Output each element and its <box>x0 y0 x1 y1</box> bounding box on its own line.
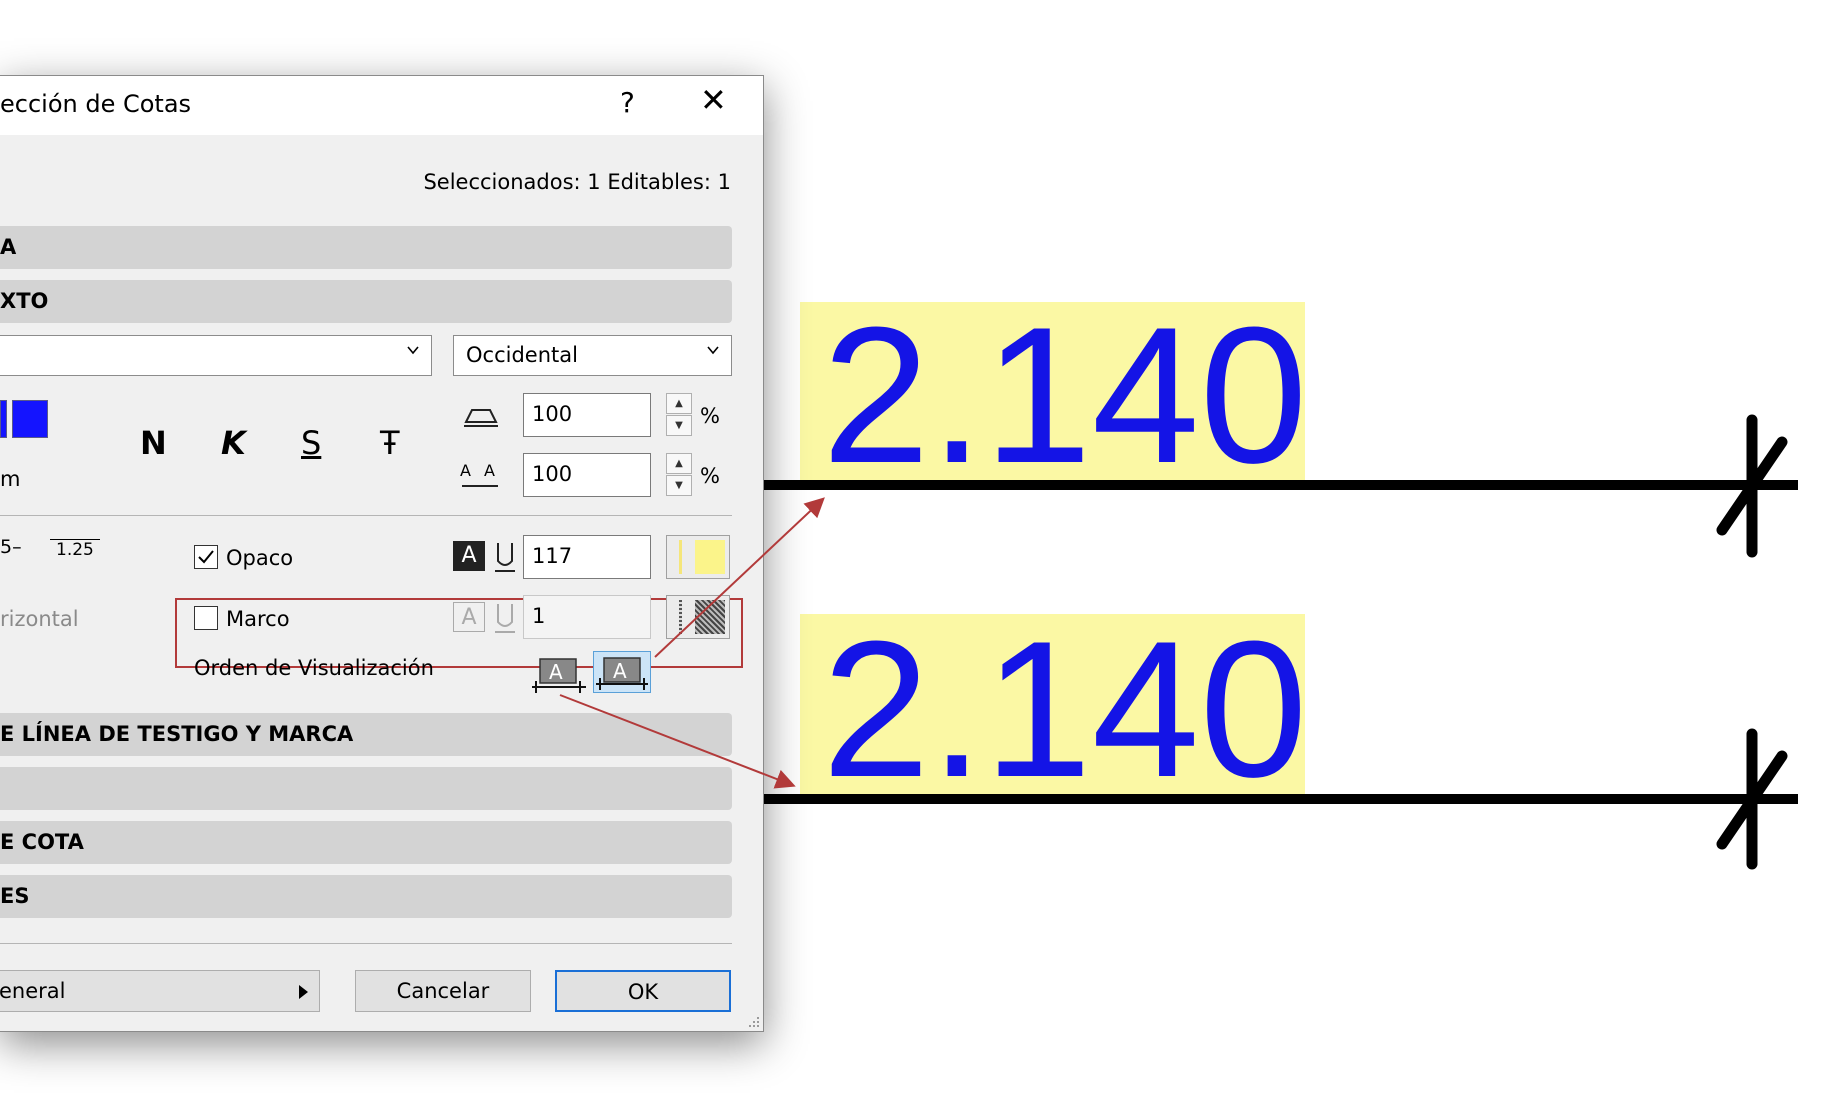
dialog-title: ección de Cotas <box>0 90 192 118</box>
general-button-label: eneral <box>0 979 66 1003</box>
text-pen-color-swatch[interactable] <box>12 400 48 438</box>
character-spacing-icon: AA <box>460 461 498 487</box>
opaque-label: Opaco <box>226 546 294 570</box>
script-combo-value: Occidental <box>466 343 578 367</box>
text-front-icon: A <box>596 657 648 690</box>
section-label-1: A <box>0 235 17 259</box>
text-width-value: 100 <box>532 402 573 426</box>
ok-button-label: OK <box>627 980 659 1004</box>
fraction-left: 5– <box>0 536 22 558</box>
opaque-color-swatch[interactable] <box>666 535 730 579</box>
ok-button[interactable]: OK <box>555 970 731 1012</box>
text-behind-icon: A <box>532 658 586 693</box>
bold-button[interactable]: N <box>140 424 167 462</box>
section-header-last[interactable]: ES <box>0 875 732 918</box>
divider <box>0 515 732 516</box>
svg-text:A: A <box>484 461 495 480</box>
chevron-down-icon <box>407 346 419 355</box>
dimension-text-top[interactable]: 2.140 <box>822 287 1307 504</box>
opaque-pen-value: 117 <box>532 544 573 568</box>
footer-divider <box>0 943 732 944</box>
frame-checkbox[interactable] <box>194 606 218 630</box>
cancel-button-label: Cancelar <box>396 979 490 1003</box>
color-indicator <box>679 540 682 574</box>
dimension-text-bottom[interactable]: 2.140 <box>822 601 1307 818</box>
character-spacing-input[interactable]: 100 <box>523 453 651 497</box>
section-label-witness: E LÍNEA DE TESTIGO Y MARCA <box>0 722 354 746</box>
frame-pen-input[interactable]: 1 <box>523 595 651 639</box>
frame-pattern-fill <box>695 600 725 634</box>
frame-pen-value: 1 <box>532 604 546 628</box>
close-button[interactable]: ✕ <box>700 84 727 116</box>
italic-button[interactable]: K <box>221 424 246 462</box>
text-width-percent: % <box>700 404 720 428</box>
svg-text:A: A <box>613 659 627 683</box>
pen-icon <box>495 543 515 572</box>
frame-pen-icon: A <box>453 602 485 632</box>
strikethrough-button[interactable]: Ŧ <box>380 424 400 462</box>
character-spacing-value: 100 <box>532 462 573 486</box>
section-header-dimension[interactable]: E COTA <box>0 821 732 864</box>
cancel-button[interactable]: Cancelar <box>355 970 531 1012</box>
text-width-input[interactable]: 100 <box>523 393 651 437</box>
section-label-text: XTO <box>0 289 49 313</box>
background-pen-icon: A <box>453 541 485 571</box>
text-width-stepper[interactable]: ▲ ▼ <box>666 393 692 437</box>
section-header-1[interactable]: A <box>0 226 732 269</box>
horizontal-label: rizontal <box>0 607 79 631</box>
dimension-selection-dialog: ección de Cotas ? ✕ Seleccionados: 1 Edi… <box>0 75 764 1032</box>
opaque-color-fill <box>695 540 725 574</box>
frame-color-swatch[interactable] <box>666 595 730 639</box>
selection-info: Seleccionados: 1 Editables: 1 <box>423 170 731 194</box>
svg-text:A: A <box>549 660 563 684</box>
display-order-behind-button[interactable]: A <box>530 653 588 695</box>
chevron-right-icon <box>299 985 308 999</box>
resize-grip-icon[interactable] <box>747 1015 761 1029</box>
font-combo[interactable] <box>0 335 432 376</box>
svg-text:A: A <box>460 461 471 480</box>
section-label-last: ES <box>0 884 30 908</box>
display-order-front-button[interactable]: A <box>593 651 651 693</box>
fraction-right: 1.25 <box>50 539 100 560</box>
section-header-blank[interactable] <box>0 767 732 810</box>
pen-icon <box>495 604 515 633</box>
pattern-indicator <box>679 600 682 634</box>
pen-swatch-partial <box>0 400 7 438</box>
display-order-label: Orden de Visualización <box>194 656 434 680</box>
chevron-down-icon <box>707 346 719 355</box>
title-bar[interactable]: ección de Cotas ? ✕ <box>0 76 763 135</box>
character-spacing-percent: % <box>700 464 720 488</box>
help-button[interactable]: ? <box>620 86 635 119</box>
script-combo[interactable]: Occidental <box>453 335 732 376</box>
text-width-icon <box>464 409 498 427</box>
unit-label: m <box>0 467 21 491</box>
opaque-checkbox[interactable] <box>194 545 218 569</box>
section-header-witness[interactable]: E LÍNEA DE TESTIGO Y MARCA <box>0 713 732 756</box>
checkmark-icon <box>198 550 214 564</box>
frame-label: Marco <box>226 607 290 631</box>
general-settings-button[interactable]: eneral <box>0 970 320 1012</box>
underline-button[interactable]: S <box>301 424 321 462</box>
section-header-text[interactable]: XTO <box>0 280 732 323</box>
character-spacing-stepper[interactable]: ▲ ▼ <box>666 453 692 497</box>
section-label-dimension: E COTA <box>0 830 84 854</box>
opaque-pen-input[interactable]: 117 <box>523 535 651 579</box>
